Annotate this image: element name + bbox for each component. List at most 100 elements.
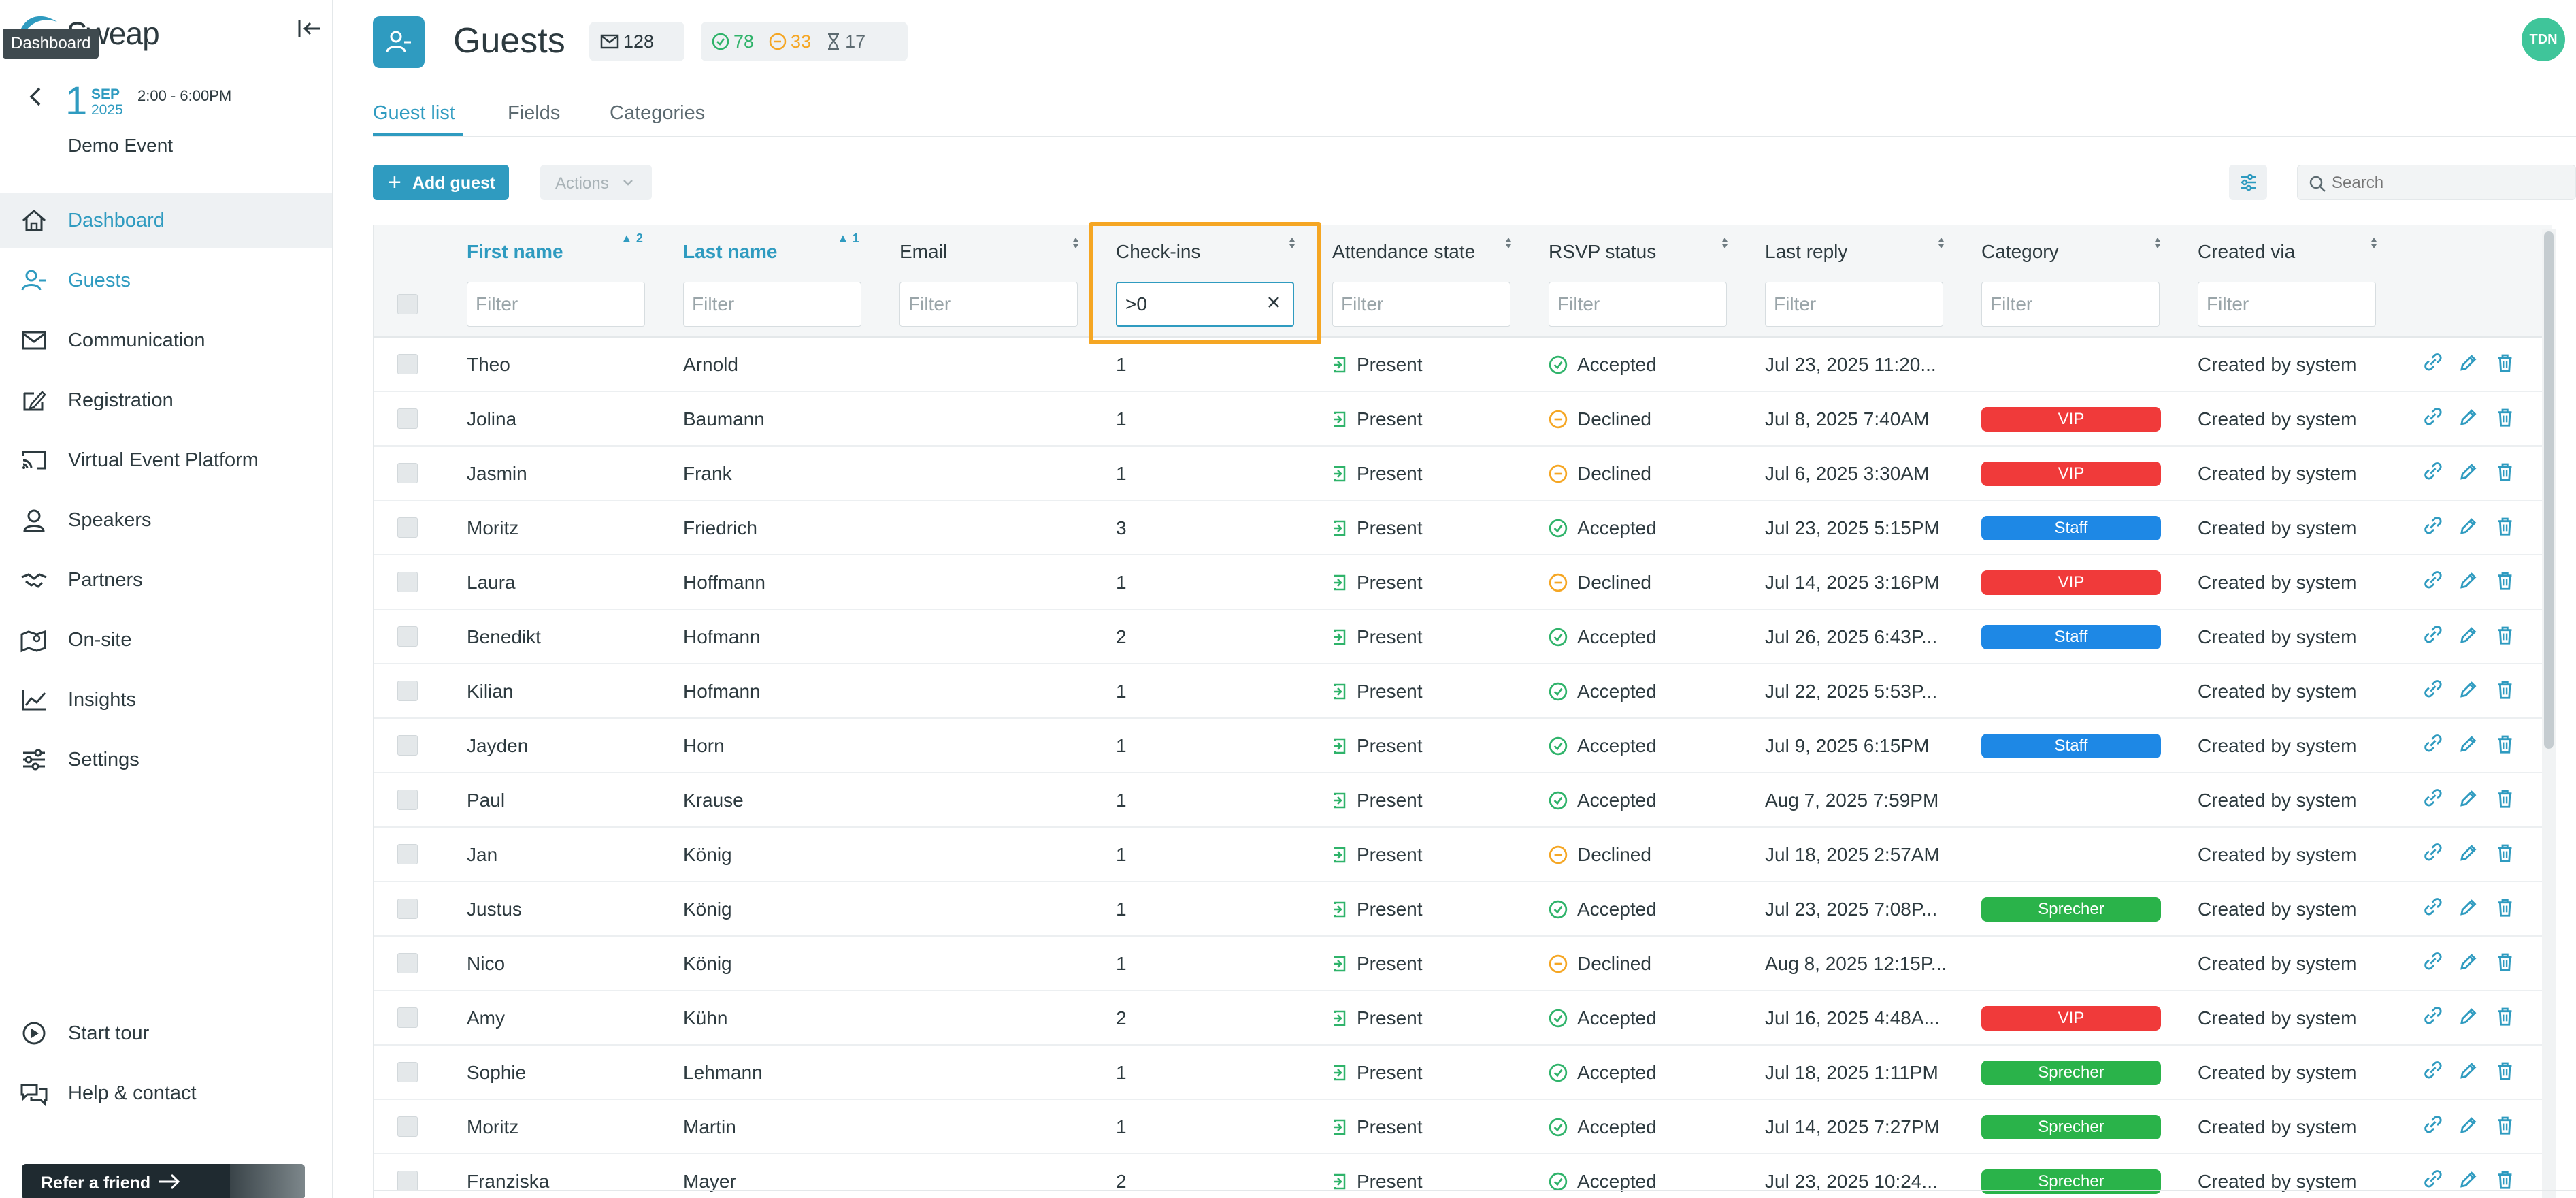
- sidebar-item-registration[interactable]: Registration: [0, 373, 332, 427]
- row-checkbox[interactable]: [397, 735, 418, 756]
- row-checkbox[interactable]: [397, 626, 418, 647]
- table-row[interactable]: Jayden Horn 1 Present Accepted Jul 9, 2025 6:…: [374, 719, 2552, 773]
- search-input[interactable]: [2332, 171, 2563, 195]
- tab-fields[interactable]: Fields: [508, 102, 560, 125]
- column-label[interactable]: Category: [1981, 241, 2059, 263]
- row-checkbox[interactable]: [397, 354, 418, 374]
- filter-last-reply[interactable]: [1765, 282, 1943, 327]
- column-label[interactable]: First name: [467, 241, 563, 263]
- sort-arrows-icon[interactable]: [1938, 237, 1945, 249]
- add-guest-button[interactable]: + Add guest: [373, 165, 509, 200]
- link-icon[interactable]: [2422, 625, 2442, 645]
- actions-button[interactable]: Actions: [540, 165, 652, 200]
- edit-icon[interactable]: [2458, 625, 2478, 645]
- filter-first-name[interactable]: [467, 282, 645, 327]
- sidebar-item-on-site[interactable]: On-site: [0, 613, 332, 667]
- sort-arrows-icon[interactable]: [2371, 237, 2377, 249]
- row-checkbox[interactable]: [397, 1062, 418, 1082]
- trash-icon[interactable]: [2495, 625, 2515, 645]
- sort-arrows-icon[interactable]: [1289, 237, 1295, 249]
- clear-filter-icon[interactable]: [1267, 295, 1281, 309]
- row-checkbox[interactable]: [397, 898, 418, 919]
- table-row[interactable]: Moritz Martin 1 Present Accepted Jul 14, 2025…: [374, 1100, 2552, 1154]
- tab-categories[interactable]: Categories: [610, 102, 705, 125]
- row-checkbox[interactable]: [397, 1007, 418, 1028]
- edit-icon[interactable]: [2458, 952, 2478, 972]
- table-row[interactable]: Theo Arnold 1 Present Accepted Jul 23, 2025 1…: [374, 338, 2552, 392]
- link-icon[interactable]: [2422, 734, 2442, 754]
- column-label[interactable]: Email: [899, 241, 947, 263]
- row-checkbox[interactable]: [397, 844, 418, 864]
- link-icon[interactable]: [2422, 462, 2442, 482]
- edit-icon[interactable]: [2458, 570, 2478, 591]
- trash-icon[interactable]: [2495, 679, 2515, 700]
- edit-icon[interactable]: [2458, 679, 2478, 700]
- help-contact-button[interactable]: Help & contact: [0, 1066, 332, 1120]
- column-label[interactable]: Check-ins: [1116, 241, 1200, 263]
- row-checkbox[interactable]: [397, 463, 418, 483]
- row-checkbox[interactable]: [397, 681, 418, 701]
- column-label[interactable]: Last name: [683, 241, 778, 263]
- table-row[interactable]: Sophie Lehmann 1 Present Accepted Jul 18, 202…: [374, 1046, 2552, 1100]
- trash-icon[interactable]: [2495, 462, 2515, 482]
- edit-icon[interactable]: [2458, 788, 2478, 809]
- sidebar-item-speakers[interactable]: Speakers: [0, 493, 332, 547]
- table-row[interactable]: Kilian Hofmann 1 Present Accepted Jul 22, 202…: [374, 664, 2552, 719]
- table-row[interactable]: Jasmin Frank 1 Present Declined Jul 6, 2025 3…: [374, 447, 2552, 501]
- sort-arrows-icon[interactable]: [1072, 237, 1079, 249]
- collapse-sidebar-button[interactable]: [294, 15, 324, 42]
- row-checkbox[interactable]: [397, 1116, 418, 1137]
- trash-icon[interactable]: [2495, 570, 2515, 591]
- table-row[interactable]: Justus König 1 Present Accepted Jul 23, 2025 …: [374, 882, 2552, 937]
- row-checkbox[interactable]: [397, 790, 418, 810]
- trash-icon[interactable]: [2495, 1169, 2515, 1190]
- sidebar-item-guests[interactable]: Guests: [0, 253, 332, 308]
- sidebar-item-insights[interactable]: Insights: [0, 673, 332, 727]
- row-checkbox[interactable]: [397, 572, 418, 592]
- column-label[interactable]: Last reply: [1765, 241, 1847, 263]
- back-button[interactable]: [22, 83, 49, 110]
- edit-icon[interactable]: [2458, 516, 2478, 536]
- trash-icon[interactable]: [2495, 843, 2515, 863]
- tab-guest-list[interactable]: Guest list: [373, 102, 455, 125]
- table-row[interactable]: Benedikt Hofmann 2 Present Accepted Jul 26, 2…: [374, 610, 2552, 664]
- edit-icon[interactable]: [2458, 734, 2478, 754]
- link-icon[interactable]: [2422, 679, 2442, 700]
- filter-category[interactable]: [1981, 282, 2160, 327]
- sort-arrows-icon[interactable]: [1505, 237, 1512, 249]
- trash-icon[interactable]: [2495, 788, 2515, 809]
- link-icon[interactable]: [2422, 1169, 2442, 1190]
- select-all-checkbox[interactable]: [397, 294, 418, 314]
- sidebar-item-communication[interactable]: Communication: [0, 313, 332, 368]
- column-label[interactable]: Created via: [2198, 241, 2295, 263]
- filter-attendance-state[interactable]: [1332, 282, 1510, 327]
- edit-icon[interactable]: [2458, 1061, 2478, 1081]
- link-icon[interactable]: [2422, 1061, 2442, 1081]
- column-settings-button[interactable]: [2229, 165, 2267, 200]
- avatar[interactable]: TDN: [2522, 18, 2565, 61]
- filter-email[interactable]: [899, 282, 1078, 327]
- trash-icon[interactable]: [2495, 1006, 2515, 1026]
- row-checkbox[interactable]: [397, 408, 418, 429]
- trash-icon[interactable]: [2495, 516, 2515, 536]
- table-row[interactable]: Jolina Baumann 1 Present Declined Jul 8, 2025…: [374, 392, 2552, 447]
- table-row[interactable]: Amy Kühn 2 Present Accepted Jul 16, 2025 4:48…: [374, 991, 2552, 1046]
- trash-icon[interactable]: [2495, 407, 2515, 427]
- sidebar-item-settings[interactable]: Settings: [0, 732, 332, 787]
- column-label[interactable]: Attendance state: [1332, 241, 1475, 263]
- trash-icon[interactable]: [2495, 353, 2515, 373]
- trash-icon[interactable]: [2495, 1115, 2515, 1135]
- sort-indicator[interactable]: ▲ 2: [621, 231, 643, 246]
- link-icon[interactable]: [2422, 843, 2442, 863]
- link-icon[interactable]: [2422, 788, 2442, 809]
- sort-indicator[interactable]: ▲ 1: [837, 231, 859, 246]
- table-row[interactable]: Nico König 1 Present Declined Aug 8, 2025 12:…: [374, 937, 2552, 991]
- link-icon[interactable]: [2422, 1006, 2442, 1026]
- scrollbar-thumb[interactable]: [2544, 231, 2554, 749]
- edit-icon[interactable]: [2458, 353, 2478, 373]
- link-icon[interactable]: [2422, 516, 2442, 536]
- sort-arrows-icon[interactable]: [1721, 237, 1728, 249]
- sidebar-item-partners[interactable]: Partners: [0, 553, 332, 607]
- trash-icon[interactable]: [2495, 734, 2515, 754]
- link-icon[interactable]: [2422, 407, 2442, 427]
